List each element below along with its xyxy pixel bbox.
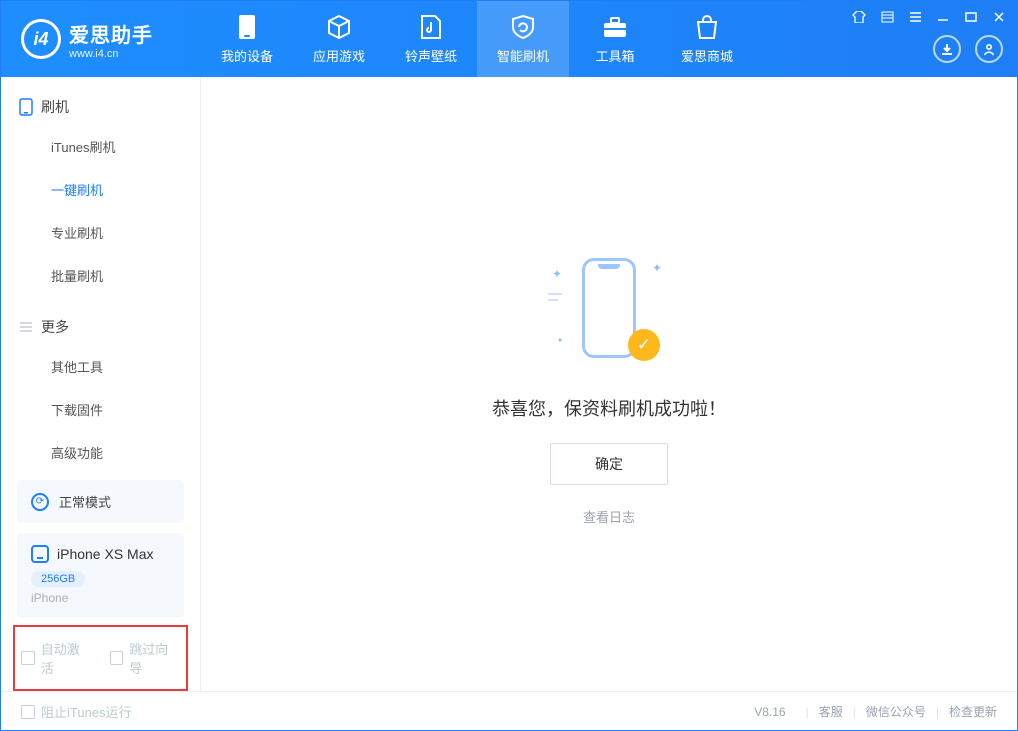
nav-label: 应用游戏 [313, 46, 365, 65]
nav-apps-games[interactable]: 应用游戏 [293, 1, 385, 77]
music-file-icon [417, 14, 445, 40]
check-badge-icon: ✓ [628, 329, 660, 361]
sidebar-item-pro-flash[interactable]: 专业刷机 [1, 211, 200, 254]
main-content: ✦ ✦ • ✓ 恭喜您，保资料刷机成功啦！ 确定 查看日志 [201, 77, 1017, 691]
checkbox-label: 自动激活 [41, 639, 92, 677]
minimize-icon[interactable] [933, 7, 953, 27]
version-label: V8.16 [754, 705, 785, 719]
nav-store[interactable]: 爱思商城 [661, 1, 753, 77]
sidebar-item-oneclick-flash[interactable]: 一键刷机 [1, 168, 200, 211]
toolbox-icon [601, 14, 629, 40]
sidebar-section-more: 更多 [1, 297, 200, 345]
nav-ring-wallpaper[interactable]: 铃声壁纸 [385, 1, 477, 77]
list-icon [19, 321, 33, 333]
device-panel[interactable]: iPhone XS Max 256GB iPhone [17, 533, 184, 617]
sparkle-icon: ✦ [552, 267, 562, 281]
footer-link-wechat[interactable]: 微信公众号 [866, 703, 926, 720]
app-name: 爱思助手 [69, 19, 153, 48]
menu-icon[interactable] [905, 7, 925, 27]
checkbox-label: 跳过向导 [129, 639, 180, 677]
nav-my-device[interactable]: 我的设备 [201, 1, 293, 77]
section-title: 刷机 [41, 97, 69, 117]
checkbox-icon [21, 705, 35, 719]
checkbox-auto-activate[interactable]: 自动激活 [21, 639, 92, 677]
checkbox-block-itunes[interactable]: 阻止iTunes运行 [21, 702, 132, 721]
nav-label: 爱思商城 [681, 46, 733, 65]
app-header: i4 爱思助手 www.i4.cn 我的设备 应用游戏 铃声壁纸 智能刷机 工具… [1, 1, 1017, 77]
sidebar-section-flash: 刷机 [1, 77, 200, 125]
top-nav: 我的设备 应用游戏 铃声壁纸 智能刷机 工具箱 爱思商城 [201, 1, 753, 77]
device-name-text: iPhone XS Max [57, 546, 154, 562]
view-log-link[interactable]: 查看日志 [583, 507, 635, 526]
motion-line [548, 293, 562, 295]
cube-icon [325, 14, 353, 40]
success-illustration: ✦ ✦ • ✓ [544, 243, 674, 373]
sidebar-item-itunes-flash[interactable]: iTunes刷机 [1, 125, 200, 168]
sparkle-icon: • [558, 333, 562, 347]
success-message: 恭喜您，保资料刷机成功啦！ [492, 395, 726, 421]
header-right-icons [933, 35, 1003, 63]
download-icon[interactable] [933, 35, 961, 63]
ok-button[interactable]: 确定 [550, 443, 668, 485]
nav-label: 我的设备 [221, 46, 273, 65]
nav-smart-flash[interactable]: 智能刷机 [477, 1, 569, 77]
nav-toolbox[interactable]: 工具箱 [569, 1, 661, 77]
device-capacity: 256GB [31, 571, 85, 587]
list-icon[interactable] [877, 7, 897, 27]
footer: 阻止iTunes运行 V8.16 | 客服 | 微信公众号 | 检查更新 [1, 691, 1017, 731]
user-icon[interactable] [975, 35, 1003, 63]
sidebar: 刷机 iTunes刷机 一键刷机 专业刷机 批量刷机 更多 其他工具 下载固件 … [1, 77, 201, 691]
checkbox-icon [21, 651, 35, 665]
sidebar-item-download-firmware[interactable]: 下载固件 [1, 388, 200, 431]
motion-line [548, 299, 558, 301]
mode-icon: ⟳ [31, 493, 49, 511]
mode-panel[interactable]: ⟳ 正常模式 [17, 480, 184, 523]
highlighted-area: 自动激活 跳过向导 [13, 625, 188, 691]
device-icon [31, 545, 49, 563]
logo: i4 爱思助手 www.i4.cn [1, 1, 201, 77]
checkbox-icon [110, 651, 124, 665]
mode-label: 正常模式 [59, 492, 111, 511]
window-controls [849, 7, 1009, 27]
nav-label: 工具箱 [595, 46, 634, 65]
nav-label: 铃声壁纸 [405, 46, 457, 65]
device-type: iPhone [31, 591, 170, 605]
maximize-icon[interactable] [961, 7, 981, 27]
shield-refresh-icon [509, 14, 537, 40]
tshirt-icon[interactable] [849, 7, 869, 27]
bag-icon [693, 14, 721, 40]
device-outline-icon [19, 98, 33, 116]
section-title: 更多 [41, 317, 69, 337]
footer-link-support[interactable]: 客服 [819, 703, 843, 720]
nav-label: 智能刷机 [497, 46, 549, 65]
app-domain: www.i4.cn [69, 48, 153, 60]
checkbox-label: 阻止iTunes运行 [41, 702, 132, 721]
close-icon[interactable] [989, 7, 1009, 27]
sparkle-icon: ✦ [652, 261, 662, 275]
sidebar-item-other-tools[interactable]: 其他工具 [1, 345, 200, 388]
checkbox-skip-guide[interactable]: 跳过向导 [110, 639, 181, 677]
sidebar-item-batch-flash[interactable]: 批量刷机 [1, 254, 200, 297]
sidebar-item-advanced[interactable]: 高级功能 [1, 431, 200, 474]
phone-icon [233, 14, 261, 40]
footer-link-update[interactable]: 检查更新 [949, 703, 997, 720]
logo-icon: i4 [21, 19, 61, 59]
